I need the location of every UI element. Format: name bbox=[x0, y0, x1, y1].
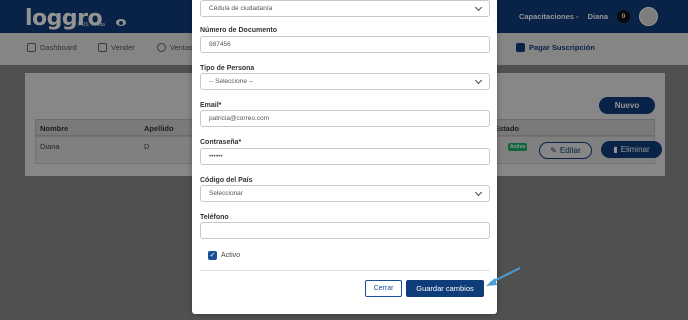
annotation-arrow-icon bbox=[486, 267, 521, 286]
